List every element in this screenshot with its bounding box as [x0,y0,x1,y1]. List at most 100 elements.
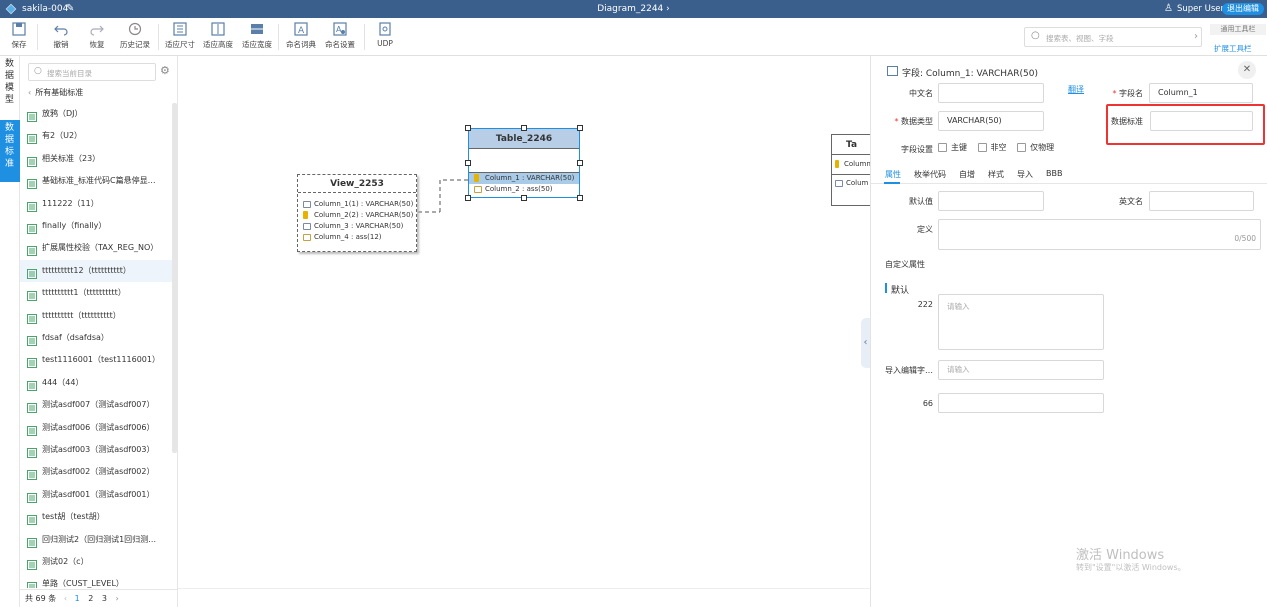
sidebar-item[interactable]: 扩展属性校验（TAX_REG_NO） [20,237,172,259]
sidebar-item[interactable]: tttttttttt1（tttttttttt） [20,282,172,304]
attr-222-textarea[interactable]: 请输入 [938,294,1104,350]
toolbar: 保存 撤销 恢复 历史记录 适应尺寸 适应高度 适应宽度 A 命名词典 A 命名… [0,18,1267,56]
table-column[interactable]: Column [832,159,870,170]
pager-next-icon[interactable]: › [115,594,118,603]
sidebar-item[interactable]: 测试asdf006（测试asdf006） [20,417,172,439]
fit-width-button[interactable]: 适应宽度 [240,22,274,50]
sidebar-item[interactable]: 测试asdf003（测试asdf003） [20,439,172,461]
standard-doc-icon [27,378,37,391]
field-name-input[interactable]: Column_1 [1149,83,1253,103]
resize-handle[interactable] [465,125,471,131]
view-entity[interactable]: View_2253 Column_1(1) : VARCHAR(50) Colu… [297,174,417,252]
tab-auto-increment[interactable]: 自增 [959,169,975,180]
view-column[interactable]: Column_2(2) : VARCHAR(50) [298,210,416,221]
en-name-input[interactable] [1149,191,1254,211]
udp-button[interactable]: UDP [372,22,398,48]
pager-page-1[interactable]: 1 [75,594,80,603]
extend-toolbar-tab[interactable]: 扩展工具栏 [1214,43,1252,54]
tab-import[interactable]: 导入 [1017,169,1033,180]
column-icon [303,234,311,241]
pager-page-3[interactable]: 3 [102,594,107,603]
sidebar-search-input[interactable]: ○ 搜索当前目录 [28,63,156,81]
not-null-checkbox[interactable]: 非空 [977,143,1007,152]
sidebar-item[interactable]: finally（finally） [20,215,172,237]
sidebar-item[interactable]: test胡（test胡） [20,506,172,528]
table-column-selected[interactable]: Column_1 : VARCHAR(50) [469,173,579,184]
sidebar-item[interactable]: 基础标准_标准代码C篇悬停显… [20,170,172,192]
diagram-canvas[interactable]: View_2253 Column_1(1) : VARCHAR(50) Colu… [178,56,870,588]
tab-data-model[interactable]: 数据模型 [0,56,20,118]
redo-button[interactable]: 恢复 [84,22,110,50]
sidebar-item[interactable]: 测试asdf002（测试asdf002） [20,461,172,483]
cn-name-input[interactable] [938,83,1044,103]
data-standard-input[interactable] [1150,111,1253,131]
diagram-title[interactable]: Diagram_2244 [597,4,663,14]
pager-page-2[interactable]: 2 [88,594,93,603]
resize-handle[interactable] [465,160,471,166]
settings-gear-icon[interactable]: ⚙ [160,64,170,77]
sidebar-item[interactable]: 测试02（c） [20,551,172,573]
tab-bbb[interactable]: BBB [1046,169,1062,178]
view-column[interactable]: Column_4 : ass(12) [298,232,416,243]
sidebar-item[interactable]: 回归测试2（回归测试1回归测… [20,529,172,551]
exit-edit-button[interactable]: 退出编辑 [1222,3,1264,15]
sidebar-item[interactable]: 单路（CUST_LEVEL） [20,573,172,588]
sidebar-item[interactable]: 测试asdf001（测试asdf001） [20,484,172,506]
chevron-right-icon[interactable]: › [1194,31,1198,42]
pager-prev-icon[interactable]: ‹ [64,594,67,603]
sidebar-item[interactable]: tttttttttt12（tttttttttt） [20,259,172,282]
close-icon[interactable]: ✕ [1238,61,1256,79]
sidebar-item-label: 基础标准_标准代码C篇悬停显… [42,176,156,186]
tab-properties[interactable]: 属性 [885,169,901,180]
svg-text:A: A [336,25,342,34]
sidebar-item[interactable]: tttttttttt（tttttttttt） [20,305,172,327]
naming-dict-button[interactable]: A 命名词典 [284,22,318,50]
data-type-select[interactable]: VARCHAR(50) [938,111,1044,131]
tab-style[interactable]: 样式 [988,169,1004,180]
default-value-input[interactable] [938,191,1044,211]
sidebar-item[interactable]: 放鸦（DJ） [20,103,172,125]
save-button[interactable]: 保存 [6,22,32,50]
view-column[interactable]: Column_1(1) : VARCHAR(50) [298,199,416,210]
resize-handle[interactable] [577,195,583,201]
resize-handle[interactable] [521,195,527,201]
fit-size-button[interactable]: 适应尺寸 [163,22,197,50]
sidebar-item[interactable]: 相关标准（23） [20,148,172,170]
tab-enum-code[interactable]: 枚举代码 [914,169,946,180]
view-column[interactable]: Column_3 : VARCHAR(50) [298,221,416,232]
primary-key-checkbox[interactable]: 主键 [938,143,967,152]
table-column[interactable]: Colum [832,178,870,189]
column-icon [474,186,482,193]
resize-handle[interactable] [521,125,527,131]
attr-import-input[interactable]: 请输入 [938,360,1104,380]
resize-handle[interactable] [465,195,471,201]
attr-66-input[interactable] [938,393,1104,413]
sidebar-item-label: test胡（test胡） [42,512,105,522]
sidebar-item[interactable]: 444（44） [20,372,172,394]
sidebar-scrollbar[interactable] [172,103,177,453]
definition-textarea[interactable]: 0/500 [938,219,1261,250]
toolbar-search[interactable]: ○ 搜索表、视图、字段 › [1024,27,1202,47]
table-entity[interactable]: Table_2246 Column_1 : VARCHAR(50) Column… [468,128,580,198]
sidebar-item[interactable]: 测试asdf007（测试asdf007） [20,394,172,416]
sidebar-item[interactable]: test1116001（test1116001） [20,349,172,371]
table-column[interactable]: Column_2 : ass(50) [469,184,579,195]
resize-handle[interactable] [577,160,583,166]
back-to-all-standards[interactable]: ‹ 所有基础标准 [28,87,83,98]
resize-handle[interactable] [577,125,583,131]
physical-only-checkbox[interactable]: 仅物理 [1017,143,1054,152]
sidebar-item[interactable]: 111222（11） [20,193,172,215]
table-entity-partial[interactable]: Ta Column Colum [831,134,870,206]
naming-settings-button[interactable]: A 命名设置 [323,22,357,50]
fit-height-button[interactable]: 适应高度 [201,22,235,50]
translate-link[interactable]: 翻译 [1068,84,1084,95]
sidebar-item[interactable]: fdsaf（dsafdsa） [20,327,172,349]
history-button[interactable]: 历史记录 [118,22,152,50]
field-setting-label: 字段设置 [901,145,933,154]
tab-data-standard[interactable]: 数据标准 [0,120,20,182]
sidebar-item[interactable]: 有2（U2） [20,125,172,147]
user-name[interactable]: Super User [1177,4,1224,14]
common-toolbar-tab[interactable]: 通用工具栏 [1210,24,1266,35]
collapse-panel-handle[interactable]: ‹ [861,318,870,368]
undo-button[interactable]: 撤销 [48,22,74,50]
